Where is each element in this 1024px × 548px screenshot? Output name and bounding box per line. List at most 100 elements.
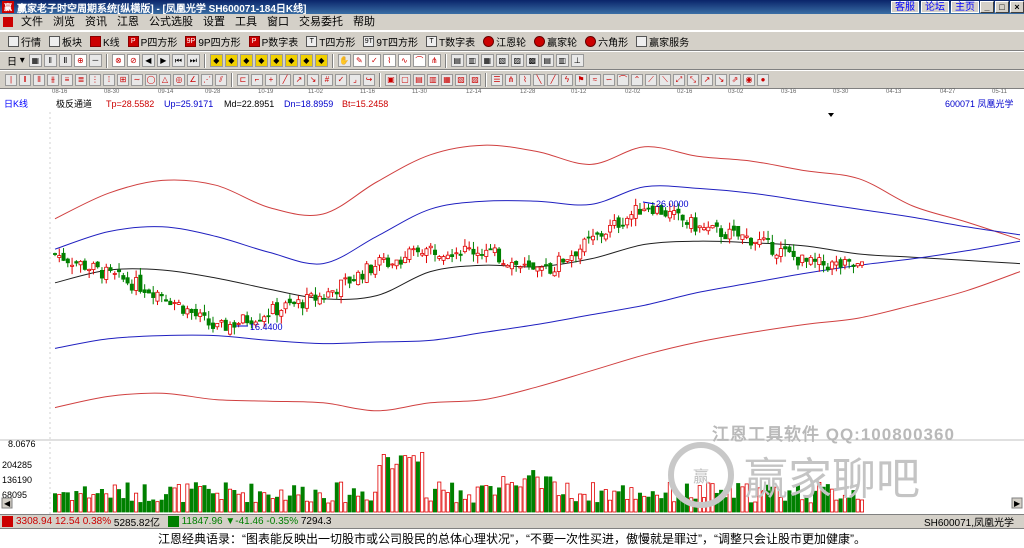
bars-icon-5[interactable]: ≣ — [75, 73, 87, 86]
box-icon-6[interactable]: ▧ — [455, 73, 467, 86]
fan-icon[interactable]: ⌇ — [382, 54, 396, 67]
bars-icon-3[interactable]: ⫵ — [47, 73, 59, 86]
table-icon-4[interactable]: ▧ — [495, 54, 509, 67]
check-icon[interactable]: ✓ — [367, 54, 381, 67]
box-icon-4[interactable]: ▥ — [427, 73, 439, 86]
eye-icon[interactable]: ◉ — [743, 73, 755, 86]
grid-lines-icon[interactable]: # — [321, 73, 333, 86]
diamond-icon-4[interactable]: ◆ — [254, 54, 268, 67]
menu-tools[interactable]: 工具 — [230, 14, 262, 30]
cross-line-icon[interactable]: + — [265, 73, 277, 86]
first-icon[interactable]: ⏮ — [171, 54, 185, 67]
close-button[interactable]: × — [1010, 1, 1024, 13]
hook-icon[interactable]: ↪ — [363, 73, 375, 86]
link-forum[interactable]: 论坛 — [921, 1, 949, 13]
diag-icon-5[interactable]: ⤡ — [687, 73, 699, 86]
no-icon[interactable]: ⊘ — [126, 54, 140, 67]
quotes-button[interactable]: 行情 — [4, 32, 45, 50]
arrow-up-icon[interactable]: ↗ — [293, 73, 305, 86]
diamond-icon-6[interactable]: ◆ — [284, 54, 298, 67]
fork-icon-2[interactable]: ⋔ — [505, 73, 517, 86]
list-icon[interactable]: ☰ — [491, 73, 503, 86]
table-icon-1[interactable]: ▤ — [450, 54, 464, 67]
diag-icon[interactable]: ╱ — [279, 73, 291, 86]
menu-window[interactable]: 窗口 — [262, 14, 294, 30]
step-icon[interactable]: ⌐ — [251, 73, 263, 86]
split-icon[interactable]: ⫽ — [215, 73, 227, 86]
diag-icon-8[interactable]: ⇗ — [729, 73, 741, 86]
diag-icon-2[interactable]: ⟋ — [645, 73, 657, 86]
grid-small-icon[interactable]: ⊞ — [117, 73, 129, 86]
angle-icon[interactable]: ∠ — [187, 73, 199, 86]
triangle-icon[interactable]: △ — [159, 73, 171, 86]
menu-gann[interactable]: 江恩 — [112, 14, 144, 30]
diamond-icon-8[interactable]: ◆ — [314, 54, 328, 67]
service-button[interactable]: 赢家服务 — [632, 32, 693, 50]
maximize-button[interactable]: □ — [995, 1, 1009, 13]
table-icon-6[interactable]: ▩ — [525, 54, 539, 67]
link-homepage[interactable]: 主页 — [951, 1, 979, 13]
diag-icon-6[interactable]: ↗ — [701, 73, 713, 86]
menu-trade[interactable]: 交易委托 — [294, 14, 348, 30]
p-table-button[interactable]: P P数字表 — [245, 32, 303, 50]
menu-formula-screen[interactable]: 公式选股 — [144, 14, 198, 30]
menu-news[interactable]: 资讯 — [80, 14, 112, 30]
bars-icon-7[interactable]: ⁞ — [103, 73, 115, 86]
color-icon[interactable]: ● — [757, 73, 769, 86]
wave-icon[interactable]: ∼ — [131, 73, 143, 86]
link-support[interactable]: 客服 — [891, 1, 919, 13]
menu-file[interactable]: 文件 — [16, 14, 48, 30]
spiral-icon[interactable]: ◎ — [173, 73, 185, 86]
diag-icon-4[interactable]: ⤢ — [673, 73, 685, 86]
curve-icon[interactable]: ∿ — [397, 54, 411, 67]
slash-icon-2[interactable]: ╱ — [547, 73, 559, 86]
wave-icon-3[interactable]: ∽ — [603, 73, 615, 86]
gann-wheel-button[interactable]: 江恩轮 — [479, 32, 530, 50]
arrow-down-icon[interactable]: ↘ — [307, 73, 319, 86]
hat-icon[interactable]: ⌃ — [631, 73, 643, 86]
bars-icon-2[interactable]: ⫴ — [33, 73, 45, 86]
table-icon-3[interactable]: ▦ — [480, 54, 494, 67]
9t-square-button[interactable]: 9T 9T四方形 — [359, 32, 422, 50]
p-square-button[interactable]: P P四方形 — [124, 32, 182, 50]
last-icon[interactable]: ⏭ — [186, 54, 200, 67]
diamond-icon-7[interactable]: ◆ — [299, 54, 313, 67]
fan-icon-2[interactable]: ⋰ — [201, 73, 213, 86]
tool-icon-1[interactable]: ⊥ — [570, 54, 584, 67]
fork-icon[interactable]: ⋔ — [427, 54, 441, 67]
diag-icon-3[interactable]: ⟍ — [659, 73, 671, 86]
arc-icon[interactable]: ⌒ — [412, 54, 426, 67]
box-icon-5[interactable]: ▦ — [441, 73, 453, 86]
box-icon-3[interactable]: ▤ — [413, 73, 425, 86]
bars-icon-4[interactable]: ≡ — [61, 73, 73, 86]
menu-settings[interactable]: 设置 — [198, 14, 230, 30]
zoom-out-icon[interactable]: － — [88, 54, 102, 67]
menu-browse[interactable]: 浏览 — [48, 14, 80, 30]
curve-icon-2[interactable]: ⌒ — [617, 73, 629, 86]
diamond-icon-2[interactable]: ◆ — [224, 54, 238, 67]
9p-square-button[interactable]: 9P 9P四方形 — [181, 32, 244, 50]
line-icon[interactable]: ‖ — [43, 54, 57, 67]
box-icon-7[interactable]: ▨ — [469, 73, 481, 86]
hexagon-button[interactable]: 六角形 — [581, 32, 632, 50]
bolt-icon[interactable]: ϟ — [561, 73, 573, 86]
diamond-icon-3[interactable]: ◆ — [239, 54, 253, 67]
winner-wheel-button[interactable]: 赢家轮 — [530, 32, 581, 50]
flag-icon[interactable]: ⚑ — [575, 73, 587, 86]
diamond-icon-5[interactable]: ◆ — [269, 54, 283, 67]
tick-icon[interactable]: ✓ — [335, 73, 347, 86]
arrow-left-icon[interactable]: ◀ — [141, 54, 155, 67]
t-square-button[interactable]: T T四方形 — [302, 32, 359, 50]
target-icon[interactable]: ⊕ — [73, 54, 87, 67]
circle-icon[interactable]: ◯ — [145, 73, 157, 86]
grid-view-icon[interactable]: ▦ — [28, 54, 42, 67]
table-icon-5[interactable]: ▨ — [510, 54, 524, 67]
hand-icon[interactable]: ✋ — [337, 54, 351, 67]
corner-icon[interactable]: ⌟ — [349, 73, 361, 86]
box-icon-2[interactable]: ▢ — [399, 73, 411, 86]
zigzag-icon[interactable]: ⌇ — [519, 73, 531, 86]
slash-icon[interactable]: ╲ — [533, 73, 545, 86]
bars-icon-1[interactable]: ‖ — [19, 73, 31, 86]
kline-button[interactable]: K线 — [86, 32, 124, 50]
wave-icon-2[interactable]: ≈ — [589, 73, 601, 86]
